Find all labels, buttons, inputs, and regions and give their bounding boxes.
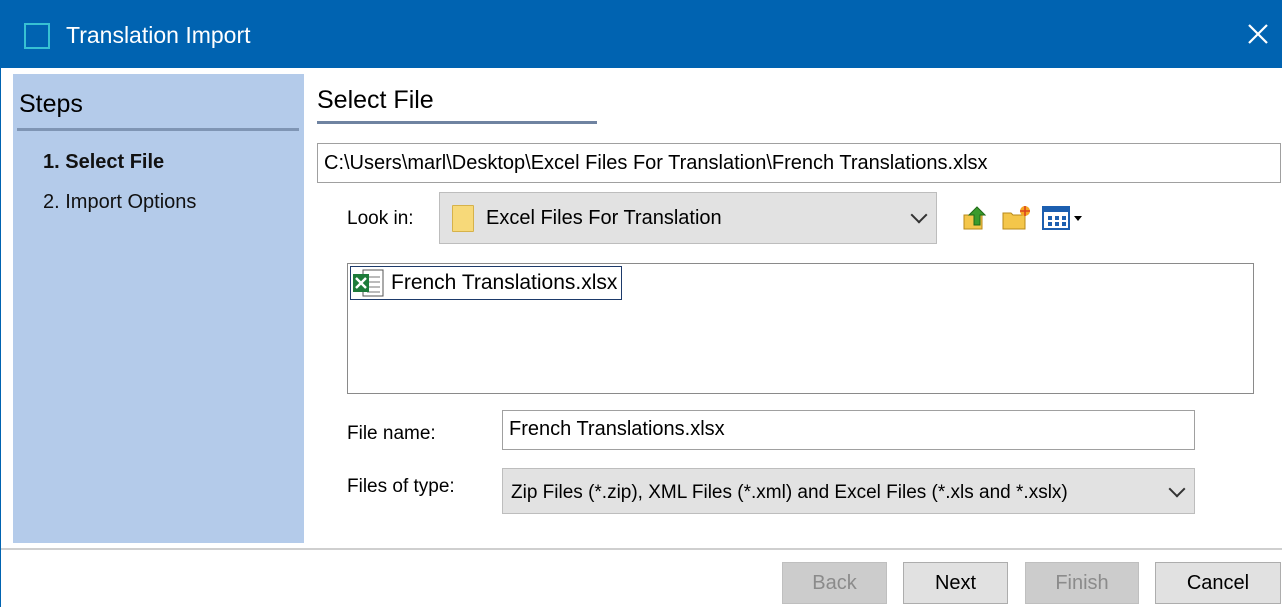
look-in-value: Excel Files For Translation [486, 207, 722, 229]
title-divider [317, 121, 597, 124]
file-name-label: French Translations.xlsx [391, 271, 618, 294]
list-item[interactable]: French Translations.xlsx [350, 266, 623, 300]
new-folder-icon[interactable] [1001, 203, 1031, 233]
close-button[interactable] [1238, 14, 1278, 54]
cancel-button[interactable]: Cancel [1155, 562, 1281, 604]
file-type-dropdown[interactable]: Zip Files (*.zip), XML Files (*.xml) and… [502, 468, 1195, 514]
close-icon [1248, 24, 1268, 44]
back-button[interactable]: Back [782, 562, 887, 604]
chevron-down-icon [1168, 480, 1186, 498]
look-in-label: Look in: [347, 208, 414, 229]
steps-title: Steps [19, 90, 83, 118]
file-list[interactable]: French Translations.xlsx [347, 263, 1254, 394]
next-button[interactable]: Next [903, 562, 1008, 604]
chevron-down-icon [910, 206, 928, 224]
file-type-label: Files of type: [347, 476, 455, 497]
button-bar: Back Next Finish Cancel [1, 548, 1282, 607]
file-name-field[interactable]: French Translations.xlsx [502, 410, 1195, 450]
dialog-content: Steps 1. Select File 2. Import Options S… [1, 68, 1282, 548]
path-field[interactable]: C:\Users\marl\Desktop\Excel Files For Tr… [317, 143, 1281, 183]
look-in-dropdown[interactable]: Excel Files For Translation [439, 192, 937, 244]
steps-divider [17, 128, 299, 131]
window-title: Translation Import [66, 22, 251, 48]
step-import-options: 2. Import Options [43, 191, 197, 213]
translation-import-dialog: Translation Import Steps 1. Select File … [0, 0, 1282, 607]
step-select-file: 1. Select File [43, 151, 165, 173]
steps-panel: Steps 1. Select File 2. Import Options [13, 74, 304, 543]
excel-file-icon [353, 269, 384, 297]
view-menu-icon[interactable] [1041, 203, 1089, 233]
page-title: Select File [317, 86, 434, 114]
file-name-label: File name: [347, 423, 436, 444]
app-icon [24, 23, 50, 49]
up-folder-icon[interactable] [961, 203, 991, 233]
folder-icon [452, 205, 474, 232]
finish-button[interactable]: Finish [1025, 562, 1139, 604]
title-bar: Translation Import [1, 0, 1282, 68]
file-type-value: Zip Files (*.zip), XML Files (*.xml) and… [511, 482, 1068, 503]
